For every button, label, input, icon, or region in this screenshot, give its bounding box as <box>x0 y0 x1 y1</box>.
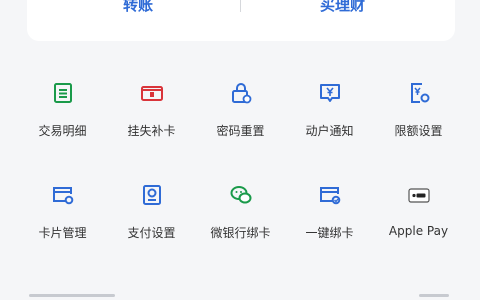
cutoff-text-fragment <box>29 294 115 297</box>
cutoff-text-fragment <box>419 294 449 297</box>
card-settings-icon <box>52 187 73 205</box>
service-label: 支付设置 <box>127 226 176 240</box>
payment-settings-icon <box>142 185 161 205</box>
quick-bind-icon <box>319 187 340 205</box>
lock-reset-icon <box>231 83 251 104</box>
yuan-settings-icon <box>410 83 429 103</box>
service-wechat-bind[interactable]: 微银行绑卡 <box>196 180 285 282</box>
ledger-icon <box>53 83 72 103</box>
apple-pay-icon <box>407 188 430 203</box>
service-account-alert[interactable]: 动户通知 <box>285 78 374 180</box>
service-label: 交易明细 <box>38 124 87 138</box>
service-label: Apple Pay <box>388 224 449 238</box>
service-report-loss[interactable]: 挂失补卡 <box>107 78 196 180</box>
buy-wealth-link[interactable]: 买理财 <box>320 0 365 15</box>
service-card-management[interactable]: 卡片管理 <box>18 180 107 282</box>
service-payment-settings[interactable]: 支付设置 <box>107 180 196 282</box>
transfer-link[interactable]: 转账 <box>123 0 153 15</box>
service-label: 卡片管理 <box>38 226 87 240</box>
service-transaction-details[interactable]: 交易明细 <box>18 78 107 180</box>
service-label: 限额设置 <box>394 124 443 138</box>
divider <box>240 0 241 12</box>
quick-actions-card: 转账 买理财 <box>27 0 455 41</box>
service-label: 微银行绑卡 <box>210 226 271 240</box>
services-row: 交易明细 挂失补卡 密码重置 动户通知 限额设置 <box>18 78 464 180</box>
service-label: 一键绑卡 <box>305 226 354 240</box>
wechat-bind-icon <box>230 186 251 204</box>
services-grid: 交易明细 挂失补卡 密码重置 动户通知 限额设置 卡片管理 支付设置 微银行绑卡… <box>18 78 464 282</box>
service-password-reset[interactable]: 密码重置 <box>196 78 285 180</box>
yuan-notice-icon <box>319 84 340 102</box>
services-row: 卡片管理 支付设置 微银行绑卡 一键绑卡 Apple Pay <box>18 180 464 282</box>
service-label: 挂失补卡 <box>127 124 176 138</box>
service-limit-settings[interactable]: 限额设置 <box>374 78 463 180</box>
bank-services-screen: 转账 买理财 交易明细 挂失补卡 密码重置 动户通知 限额设置 卡片管理 支付设… <box>0 0 480 300</box>
next-section-cutoff <box>27 294 455 300</box>
service-label: 动户通知 <box>305 124 354 138</box>
card-lock-icon <box>140 86 163 101</box>
service-label: 密码重置 <box>216 124 265 138</box>
service-apple-pay[interactable]: Apple Pay <box>374 180 463 282</box>
service-quick-bind[interactable]: 一键绑卡 <box>285 180 374 282</box>
